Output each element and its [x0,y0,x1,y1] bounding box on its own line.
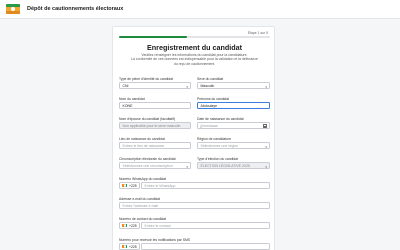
district-value: Sélectionnez une circonscription [122,163,173,168]
birthdate-input[interactable]: jj/mm/aaaa [197,122,270,129]
notif-country-code[interactable]: +225 [119,243,140,250]
lastname-input[interactable]: KONE [119,102,191,109]
subtitle-line: du reçu de cautionnement. [173,61,216,66]
contact-country-code[interactable]: +225 [119,222,140,229]
district-select[interactable]: Sélectionnez une circonscription ▾ [119,162,191,169]
sex-label: Sexe du candidat [197,77,224,81]
email-label: Adresse e-mail du candidat [119,197,161,201]
election-type-label: Type d'élection du candidat [197,157,238,161]
whatsapp-input[interactable]: Entrez le WhatsApp [141,182,270,189]
election-type-value: ÉLECTION LÉGISLATIVE 2025 [200,163,250,168]
region-label: Région de candidature [197,137,232,141]
birthplace-input[interactable]: Entrez le lieu de naissance [119,142,191,149]
progress-bar-fill [119,36,187,38]
id-type-select[interactable]: CNI ▾ [119,82,191,89]
district-label: Circonscription électorale du candidat [119,157,176,161]
top-bar: Dépôt de cautionnements électoraux [0,0,400,19]
id-type-value: CNI [122,83,129,88]
contact-placeholder: Entrez le contact [144,223,171,228]
lastname-value: KONE [122,103,133,108]
whatsapp-placeholder: Entrez le WhatsApp [144,183,176,188]
region-select[interactable]: Sélectionnez une région ▾ [197,142,270,149]
nickname-input: Non applicable pour le sexe masculin [119,122,191,129]
flag-logo-icon [6,4,20,14]
page-title: Enregistrement du candidat [146,43,243,52]
chevron-down-icon: ▾ [265,164,267,169]
email-input[interactable]: Entrez l'adresse e-mail [119,202,270,209]
ivory-coast-flag-icon [122,223,128,228]
email-placeholder: Entrez l'adresse e-mail [122,203,159,208]
birthplace-placeholder: Entrez le lieu de naissance [122,143,165,148]
whatsapp-label: Numéro WhatsApp du candidat [119,177,167,181]
whatsapp-code: +225 [129,183,137,188]
birthplace-label: Lieu de naissance du candidat [119,137,165,141]
region-value: Sélectionnez une région [200,143,239,148]
chevron-down-icon: ▾ [186,164,188,169]
birthdate-value: jj/mm/aaaa [200,123,218,128]
registration-form-card: Étape 1 sur 5 Enregistrement du candidat… [112,26,275,250]
firstname-value: Abdoulaye [200,103,218,108]
notif-code: +225 [129,244,137,249]
sex-value: Masculin [200,83,215,88]
ivory-coast-flag-icon [122,183,128,188]
notif-input[interactable] [141,243,270,250]
lastname-label: Nom du candidat [119,97,145,101]
whatsapp-country-code[interactable]: +225 [119,182,140,189]
calendar-icon[interactable] [263,124,267,128]
firstname-input[interactable]: Abdoulaye [197,102,270,109]
contact-code: +225 [129,223,137,228]
ivory-coast-flag-icon [122,244,128,249]
step-indicator: Étape 1 sur 5 [247,31,268,35]
page-subtitle: Veuillez renseigner les informations du … [127,53,262,66]
notif-label: Numéro pour recevoir les notifications p… [119,238,191,242]
chevron-down-icon: ▾ [265,144,267,149]
contact-input[interactable]: Entrez le contact [141,222,270,229]
birthdate-label: Date de naissance du candidat [197,117,244,121]
chevron-down-icon: ▾ [186,84,188,89]
sex-select[interactable]: Masculin ▾ [197,82,270,89]
nickname-label: Nom d'épouse du candidat (facultatif) [119,117,176,121]
nickname-value: Non applicable pour le sexe masculin [122,123,181,128]
chevron-down-icon: ▾ [265,84,267,89]
firstname-label: Prénoms du candidat [197,97,230,101]
contact-label: Numéro de contact du candidat [119,217,167,221]
progress-bar [119,36,270,38]
election-type-select: ÉLECTION LÉGISLATIVE 2025 ▾ [197,162,270,169]
app-title: Dépôt de cautionnements électoraux [27,6,124,12]
id-type-label: Type de pièce d'identité du candidat [119,77,173,81]
